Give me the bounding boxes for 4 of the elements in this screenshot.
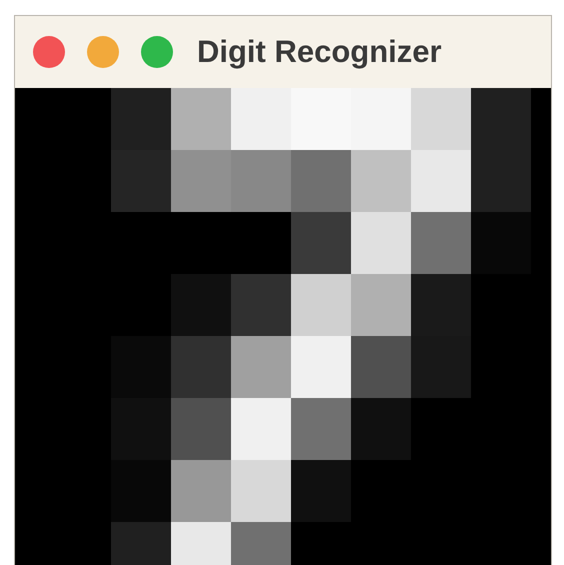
close-button[interactable] (33, 36, 65, 68)
zoom-button[interactable] (141, 36, 173, 68)
window-title: Digit Recognizer (197, 34, 442, 70)
minimize-button[interactable] (87, 36, 119, 68)
